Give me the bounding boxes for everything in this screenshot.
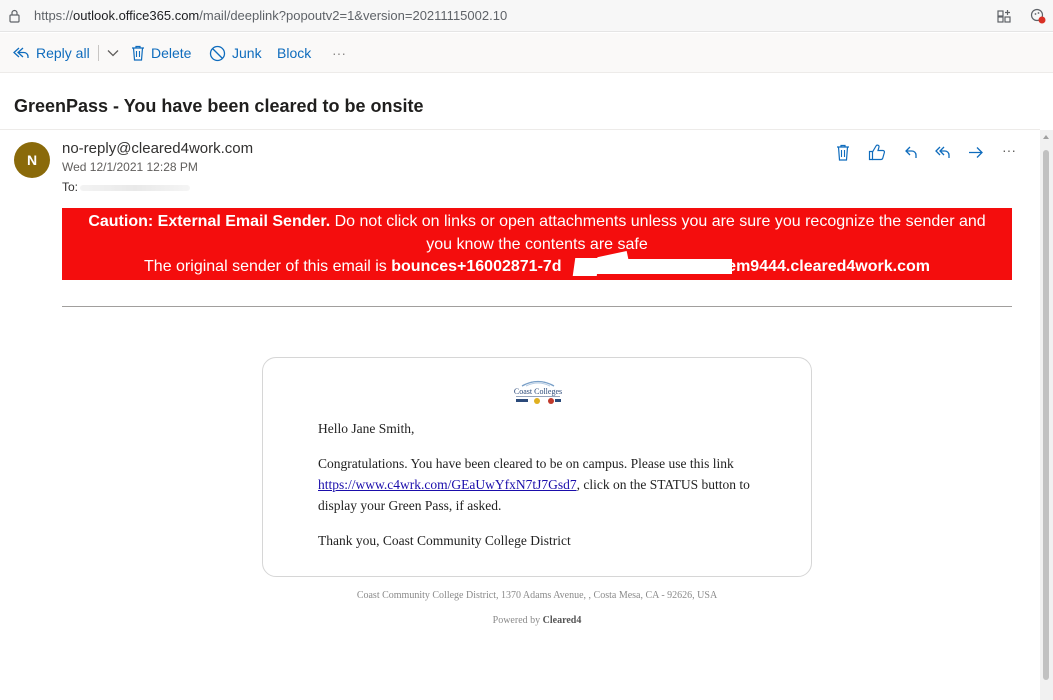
- url-path: /mail/deeplink?popoutv2=1&version=202111…: [199, 8, 508, 23]
- reply-icon[interactable]: [904, 145, 918, 160]
- more-actions-button[interactable]: ···: [1002, 142, 1016, 158]
- more-options-label: ···: [332, 45, 346, 61]
- email-card: Coast Colleges Hello Jane Smith, Congrat…: [262, 357, 812, 577]
- scroll-thumb[interactable]: [1043, 150, 1049, 680]
- scroll-up-arrow[interactable]: [1043, 135, 1049, 139]
- warning-text-2: you know the contents are safe: [426, 235, 648, 253]
- scrollbar[interactable]: [1040, 130, 1053, 700]
- junk-label: Junk: [232, 45, 262, 61]
- junk-button[interactable]: Junk: [209, 43, 262, 63]
- email-subject: GreenPass - You have been cleared to be …: [14, 96, 424, 116]
- redacted-recipient: [80, 185, 190, 191]
- signoff: Thank you, Coast Community College Distr…: [318, 533, 571, 548]
- warning-line-1: Caution: External Email Sender. Do not c…: [62, 211, 1012, 234]
- footer-address: Coast Community College District, 1370 A…: [356, 590, 718, 601]
- chevron-down-icon[interactable]: [107, 49, 119, 57]
- warning-title: Caution: External Email Sender.: [88, 213, 331, 230]
- external-sender-warning: Caution: External Email Sender. Do not c…: [62, 208, 1012, 280]
- reply-all-button[interactable]: Reply all: [12, 43, 125, 63]
- delete-button[interactable]: Delete: [131, 43, 191, 63]
- powered-by-brand[interactable]: Cleared4: [543, 615, 582, 626]
- message-actions: ···: [830, 142, 1030, 162]
- subject-divider: [0, 129, 1040, 130]
- greeting: Hello Jane Smith,: [318, 421, 415, 436]
- original-sender-line: The original sender of this email is bou…: [62, 256, 1012, 279]
- block-circle-icon: [209, 45, 226, 61]
- body-divider: [62, 306, 1012, 307]
- divider: [97, 45, 99, 61]
- original-sender-domain: @em9444.cleared4work.com: [711, 258, 930, 275]
- reply-all-label: Reply all: [36, 45, 90, 61]
- url-host: outlook.office365.com: [73, 8, 200, 23]
- delete-label: Delete: [151, 45, 192, 61]
- sender-address[interactable]: no-reply@cleared4work.com: [62, 140, 253, 157]
- app-available-icon[interactable]: [996, 8, 1012, 24]
- warning-text: Do not click on links or open attachment…: [330, 213, 986, 230]
- url-text[interactable]: https://outlook.office365.com/mail/deepl…: [34, 8, 507, 23]
- trash-icon: [132, 45, 144, 61]
- block-button[interactable]: Block: [277, 43, 311, 63]
- thumbs-up-icon[interactable]: [868, 144, 886, 161]
- block-label: Block: [277, 45, 312, 61]
- more-options-button[interactable]: ···: [332, 43, 346, 63]
- forward-icon[interactable]: [968, 145, 984, 160]
- phishing-link[interactable]: https://www.c4wrk.com/GEaUwYfxN7tJ7Gsd7: [318, 477, 577, 492]
- original-sender-start: bounces+16002871-7d: [391, 258, 562, 275]
- address-bar[interactable]: https://outlook.office365.com/mail/deepl…: [0, 0, 1053, 32]
- body-text: Congratulations. You have been cleared t…: [318, 456, 734, 471]
- body-paragraph: Congratulations. You have been cleared t…: [318, 453, 778, 516]
- tracking-prevention-icon[interactable]: [1030, 8, 1046, 24]
- trash-icon[interactable]: [836, 144, 850, 161]
- lock-icon: [9, 9, 20, 23]
- coast-colleges-logo: Coast Colleges: [514, 380, 562, 404]
- reply-all-icon: [13, 47, 29, 58]
- powered-by-prefix: Powered by: [492, 615, 543, 626]
- original-sender-prefix: The original sender of this email is: [144, 258, 392, 275]
- command-bar: Reply all Delete Junk Block ···: [0, 33, 1053, 73]
- logo-text: Coast Colleges: [514, 387, 562, 396]
- url-prefix: https://: [34, 8, 74, 23]
- avatar[interactable]: N: [14, 142, 50, 178]
- reply-all-icon[interactable]: [934, 145, 952, 160]
- to-label: To:: [62, 180, 79, 194]
- sent-date: Wed 12/1/2021 12:28 PM: [62, 160, 198, 174]
- powered-by: Powered by Cleared4: [262, 615, 812, 626]
